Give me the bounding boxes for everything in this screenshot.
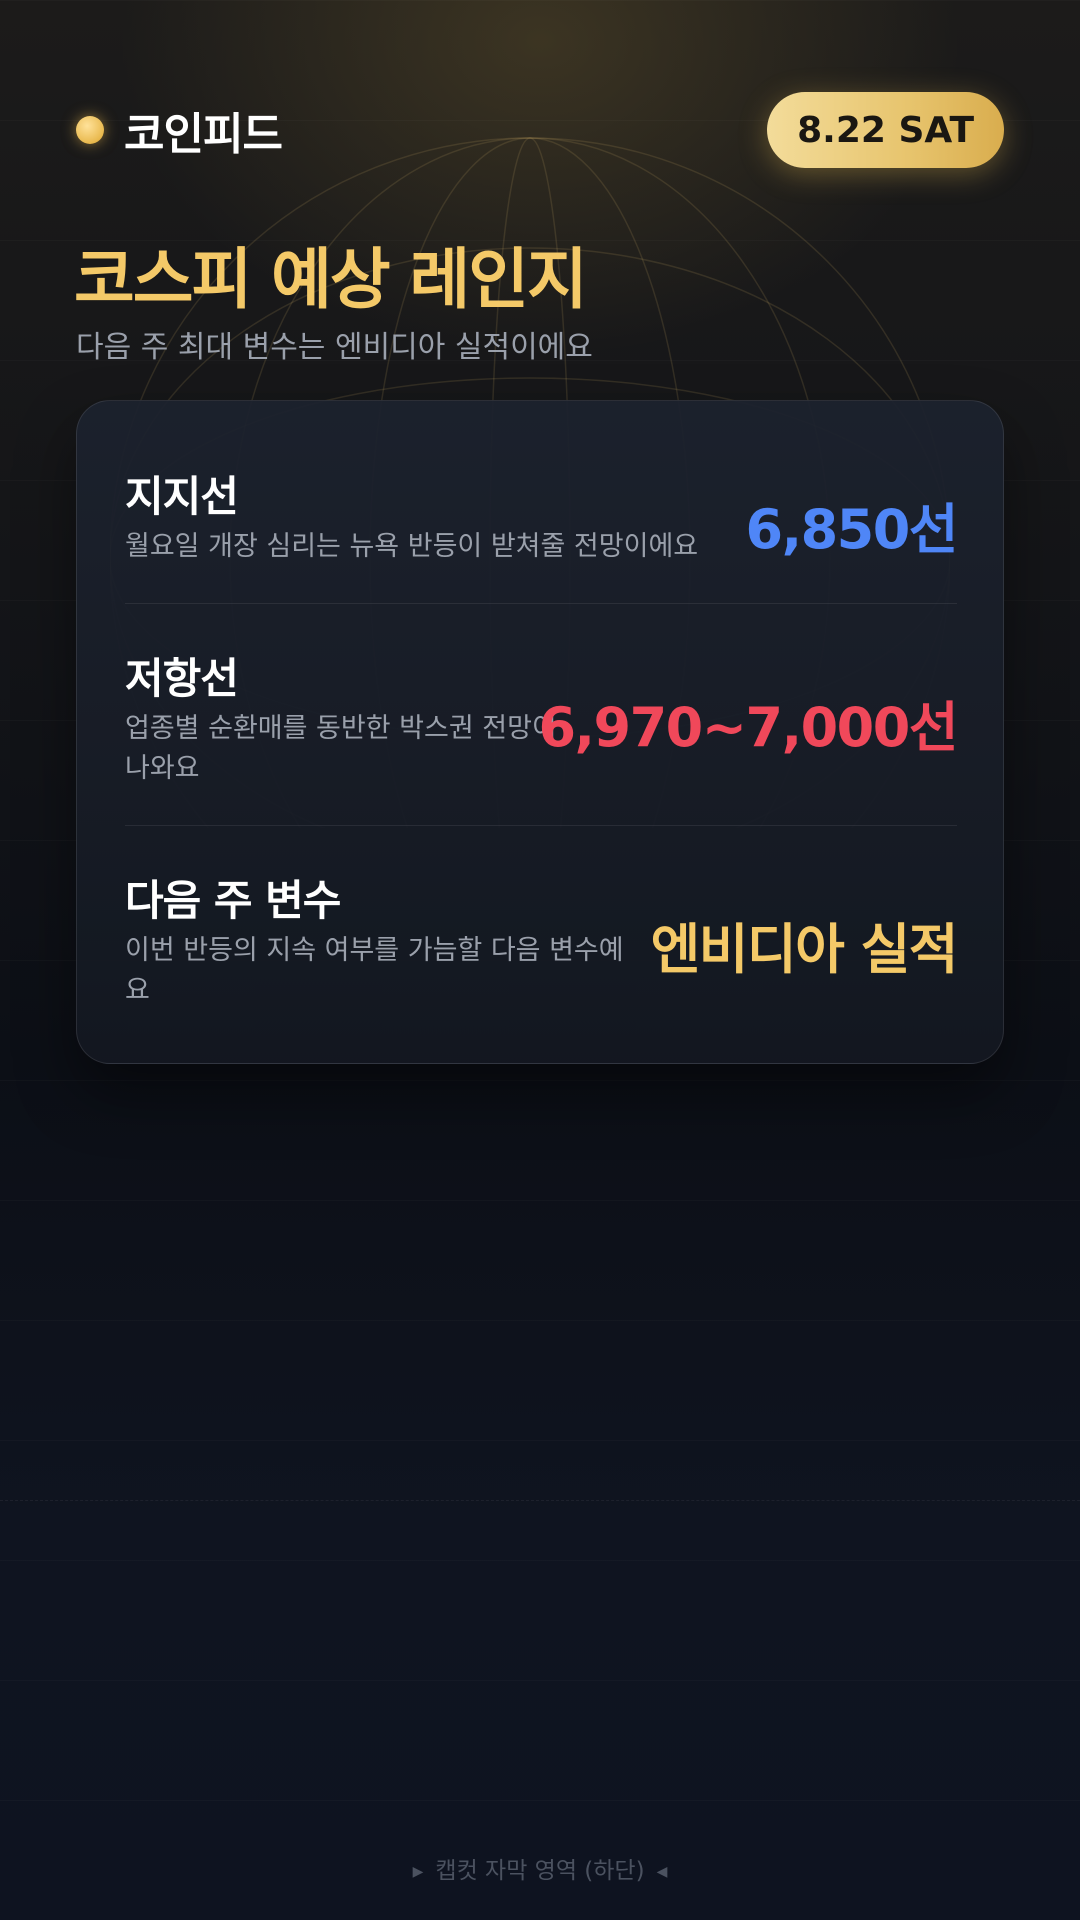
- triangle-right-icon: ▶: [412, 1863, 424, 1880]
- page-subtitle: 다음 주 최대 변수는 엔비디아 실적이에요: [76, 330, 593, 365]
- page-title: 코스피 예상 레인지: [74, 241, 588, 318]
- support-description: 월요일 개장 심리는 뉴욕 반등이 받쳐줄 전망이에요: [125, 531, 699, 562]
- next-variable-value: 엔비디아 실적: [650, 918, 959, 981]
- brand-name: 코인피드: [124, 109, 283, 160]
- row-divider: [125, 603, 957, 604]
- brand-dot-icon: [76, 116, 104, 144]
- next-variable-description: 이번 반등의 지속 여부를 가늠할 다음 변수예 요: [125, 931, 624, 1011]
- support-label: 지지선: [125, 472, 239, 521]
- next-variable-description-line2: 요: [125, 975, 150, 1006]
- date-badge: 8.22 SAT: [767, 92, 1004, 168]
- resistance-label: 저항선: [125, 654, 239, 703]
- next-variable-description-line1: 이번 반등의 지속 여부를 가늠할 다음 변수예: [125, 935, 624, 966]
- range-card: 지지선 월요일 개장 심리는 뉴욕 반등이 받쳐줄 전망이에요 6,850선 저…: [76, 400, 1004, 1064]
- header: 코인피드 8.22 SAT: [76, 92, 1004, 168]
- resistance-description: 업종별 순환매를 동반한 박스권 전망이 나와요: [125, 709, 557, 789]
- caption-text: 캡컷 자막 영역 (하단): [435, 1858, 645, 1884]
- next-variable-label: 다음 주 변수: [125, 876, 341, 925]
- brand: 코인피드: [76, 92, 283, 168]
- caption-guide-line: [0, 1500, 1080, 1501]
- resistance-description-line2: 나와요: [125, 753, 200, 784]
- resistance-row: 저항선 업종별 순환매를 동반한 박스권 전망이 나와요 6,970~7,000…: [125, 645, 958, 805]
- caption-area: ▶ 캡컷 자막 영역 (하단) ◀: [0, 1851, 1080, 1885]
- next-variable-row: 다음 주 변수 이번 반등의 지속 여부를 가늠할 다음 변수예 요 엔비디아 …: [125, 867, 959, 1027]
- triangle-left-icon: ◀: [656, 1863, 668, 1880]
- resistance-value: 6,970~7,000선: [538, 696, 958, 759]
- support-row: 지지선 월요일 개장 심리는 뉴욕 반등이 받쳐줄 전망이에요 6,850선: [125, 463, 959, 603]
- resistance-description-line1: 업종별 순환매를 동반한 박스권 전망이: [125, 713, 557, 744]
- page: 코인피드 8.22 SAT 코스피 예상 레인지 다음 주 최대 변수는 엔비디…: [0, 0, 1080, 1920]
- row-divider: [125, 825, 957, 826]
- support-value: 6,850선: [745, 498, 959, 561]
